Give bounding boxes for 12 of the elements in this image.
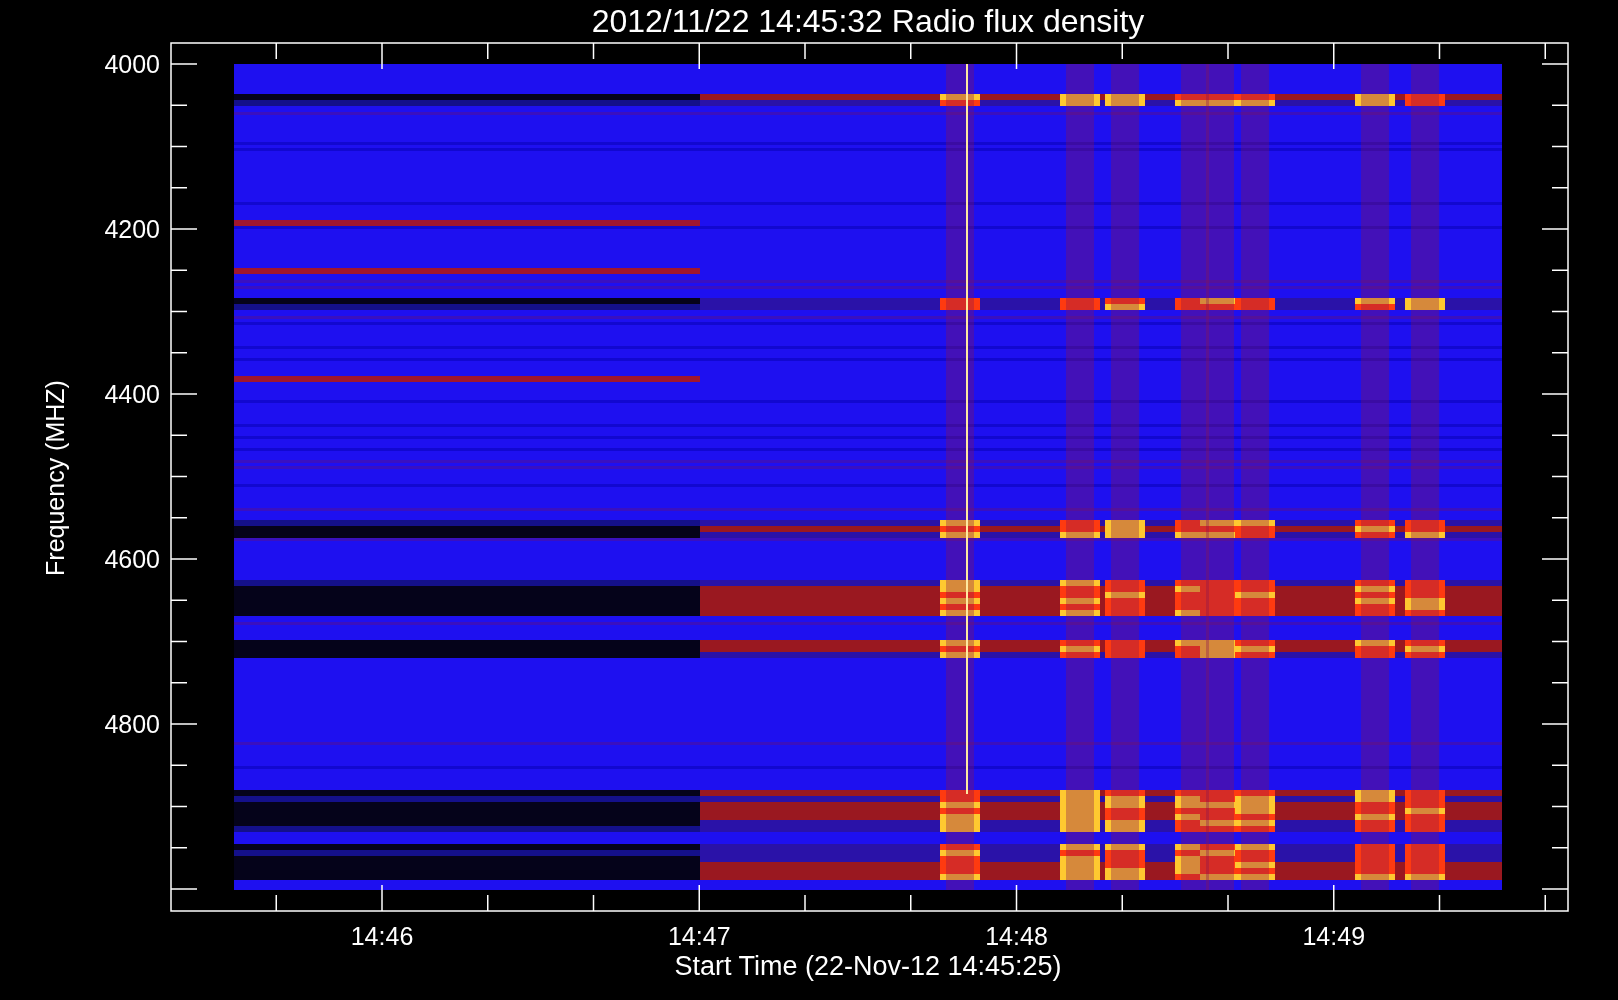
y-tick-label: 4800: [104, 710, 160, 738]
y-axis-label: Frequency (MHZ): [41, 380, 69, 576]
chart-title: 2012/11/22 14:45:32 Radio flux density: [591, 3, 1145, 39]
x-tick-label: 14:47: [667, 922, 731, 950]
y-tick-label: 4600: [104, 545, 160, 573]
x-tick-label: 14:48: [985, 922, 1048, 950]
y-tick-label: 4200: [104, 215, 160, 243]
y-tick-label: 4000: [104, 50, 160, 78]
x-axis-label: Start Time (22-Nov-12 14:45:25): [674, 951, 1062, 981]
x-tick-label: 14:49: [1302, 922, 1366, 950]
x-tick-label: 14:46: [350, 922, 414, 950]
y-tick-label: 4400: [104, 380, 160, 408]
